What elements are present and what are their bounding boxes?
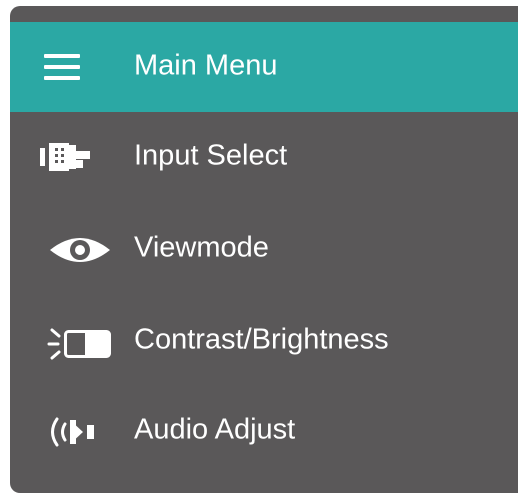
brightness-contrast-icon	[36, 316, 116, 364]
menu-item-label: Viewmode	[134, 231, 269, 264]
osd-menu-panel: Main Menu Input Select Viewmode Contrast…	[10, 6, 518, 493]
menu-item-contrast-brightness[interactable]: Contrast/Brightness	[10, 296, 518, 384]
menu-item-input-select[interactable]: Input Select	[10, 112, 518, 200]
hamburger-menu-icon	[44, 54, 80, 80]
menu-item-audio-adjust[interactable]: Audio Adjust	[10, 386, 518, 474]
main-menu-title: Main Menu	[134, 49, 278, 82]
menu-item-label: Input Select	[134, 139, 288, 172]
main-menu-header[interactable]: Main Menu	[10, 22, 518, 112]
speaker-icon	[36, 406, 116, 454]
menu-item-viewmode[interactable]: Viewmode	[10, 204, 518, 292]
eye-icon	[36, 224, 116, 272]
input-connector-icon	[36, 132, 116, 180]
menu-item-label: Contrast/Brightness	[134, 323, 389, 356]
menu-item-label: Audio Adjust	[134, 413, 296, 446]
